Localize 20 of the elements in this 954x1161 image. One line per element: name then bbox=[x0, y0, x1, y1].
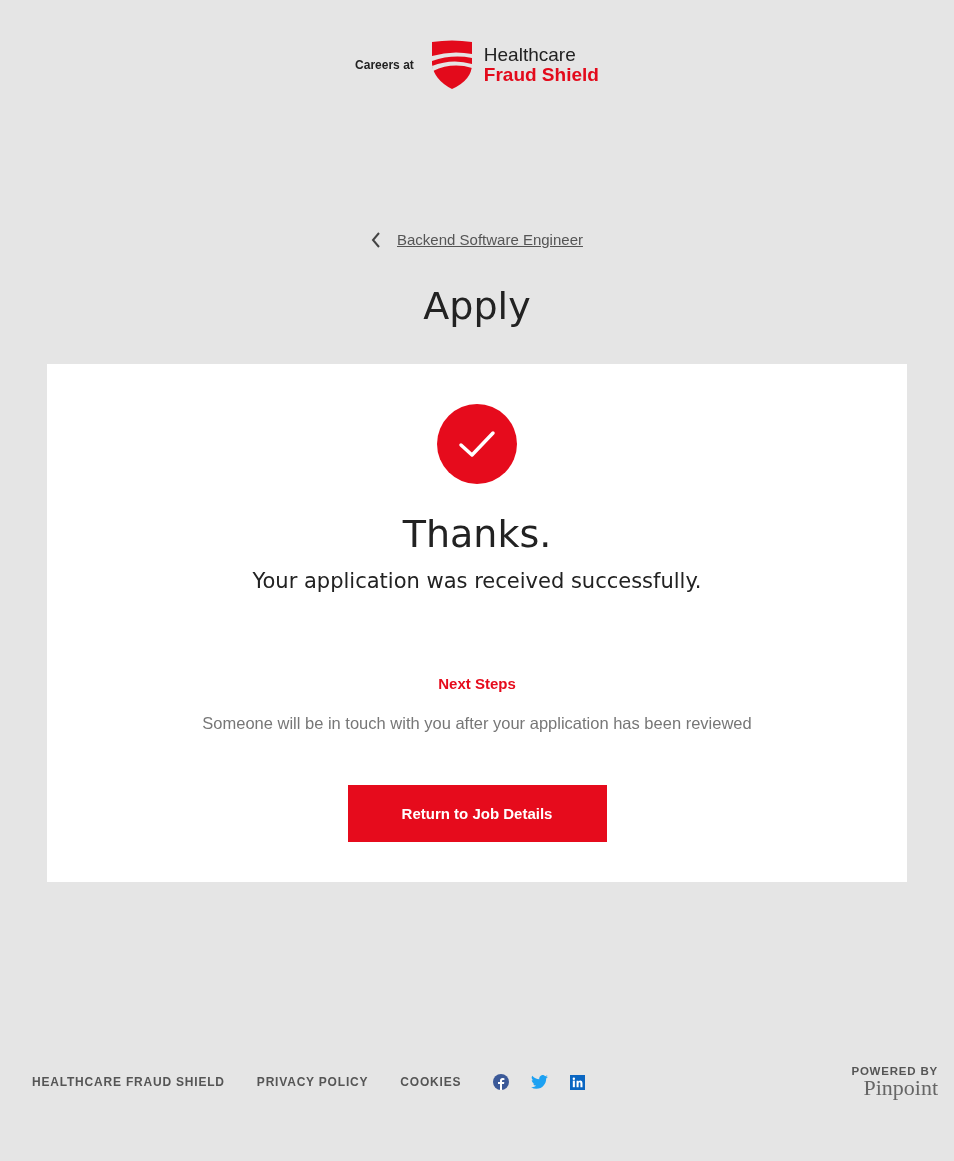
page-title: Apply bbox=[423, 284, 531, 330]
logo-text: Healthcare bbox=[483, 45, 577, 65]
footer-link[interactable]: COOKIES bbox=[400, 1075, 462, 1090]
linkedin-icon[interactable] bbox=[570, 1074, 586, 1090]
back-link[interactable]: Backend Software Engineer bbox=[397, 231, 583, 248]
next-steps-text: Someone will be in touch with you after your application has been reviewed bbox=[202, 714, 752, 734]
logo-text: Fraud Shield bbox=[483, 65, 599, 85]
back-chevron-icon[interactable] bbox=[371, 231, 381, 248]
footer-link[interactable]: HEALTHCARE FRAUD SHIELD bbox=[32, 1075, 225, 1090]
shield-logo-icon bbox=[429, 40, 474, 90]
facebook-icon[interactable] bbox=[493, 1074, 510, 1091]
powered-by-label: POWERED BY bbox=[851, 1065, 938, 1077]
return-button[interactable]: Return to Job Details bbox=[347, 785, 607, 843]
careers-label: Careers at bbox=[355, 58, 414, 72]
pinpoint-logo-text: Pinpoint bbox=[863, 1077, 938, 1099]
next-steps-heading: Next Steps bbox=[438, 675, 516, 693]
footer-link[interactable]: PRIVACY POLICY bbox=[256, 1075, 369, 1090]
success-message: Your application was received successfully. bbox=[252, 569, 702, 594]
check-icon bbox=[437, 403, 517, 484]
thanks-heading: Thanks. bbox=[402, 513, 552, 556]
